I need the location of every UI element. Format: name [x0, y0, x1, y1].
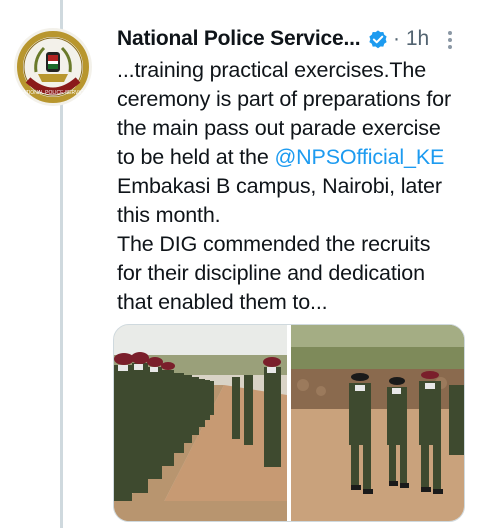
- more-options-icon[interactable]: [442, 28, 458, 52]
- profile-avatar[interactable]: NATIONAL POLICE SERVICE: [14, 28, 92, 106]
- text-line: Embakasi B campus, Nairobi, later: [117, 174, 442, 198]
- avatar-ring-text: NATIONAL POLICE SERVICE: [19, 90, 87, 96]
- text-line: ceremony is part of preparations for: [117, 87, 451, 111]
- text-line: that enabled them to...: [117, 290, 328, 314]
- text-line: this month.: [117, 203, 221, 227]
- verified-badge-icon: [369, 30, 387, 49]
- tweet-header: National Police Service... · 1h: [117, 26, 467, 56]
- parade-recruits-photo[interactable]: [114, 325, 287, 521]
- text-segment: to be held at the: [117, 145, 269, 169]
- mention-link[interactable]: @NPSOfficial_KE: [274, 145, 444, 169]
- separator-dot: ·: [393, 27, 400, 50]
- time-ago[interactable]: 1h: [406, 27, 429, 50]
- tweet-timestamp[interactable]: · 1h: [393, 27, 429, 51]
- text-line: the main pass out parade exercise: [117, 116, 441, 140]
- officers-walking-photo[interactable]: [291, 325, 464, 521]
- tweet-text: ...training practical exercises.The cere…: [117, 56, 467, 317]
- police-crest-icon: NATIONAL POLICE SERVICE: [15, 29, 91, 105]
- text-line: for their discipline and dedication: [117, 261, 425, 285]
- text-line: ...training practical exercises.The: [117, 58, 427, 82]
- author-name[interactable]: National Police Service...: [117, 27, 361, 51]
- text-line-with-mention: to be held at the @NPSOfficial_KE: [117, 143, 467, 172]
- text-line: The DIG commended the recruits: [117, 232, 431, 256]
- media-grid: [113, 324, 465, 522]
